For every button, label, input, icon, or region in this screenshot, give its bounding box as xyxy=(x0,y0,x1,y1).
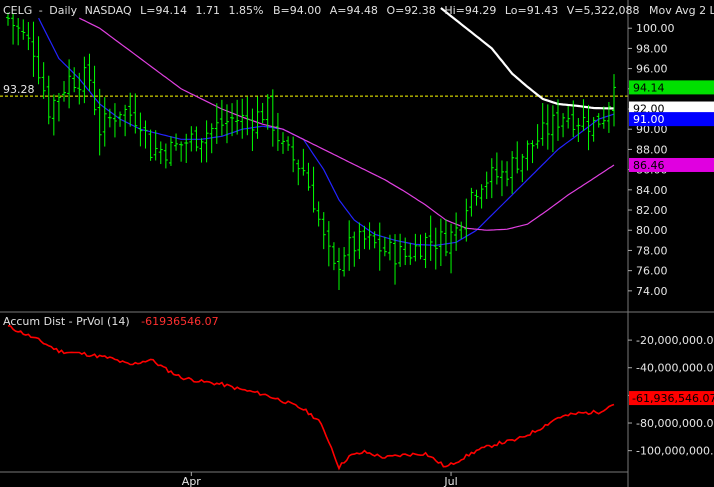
ad-tick-label: -80,000,000.00 xyxy=(636,417,714,430)
price-tick-label: 100.00 xyxy=(636,22,675,35)
chart-canvas: 100.0098.0096.0094.0092.0090.0088.0086.0… xyxy=(0,0,714,487)
header-bid: B=94.00 xyxy=(273,4,321,17)
ad-tick-label: -20,000,000.00 xyxy=(636,334,714,347)
price-tick-label: 74.00 xyxy=(636,285,668,298)
price-tick-label: 98.00 xyxy=(636,42,668,55)
price-tick-label: 76.00 xyxy=(636,265,668,278)
accum-dist-title: Accum Dist - PrVol (14) xyxy=(3,315,130,328)
reference-line-label: 93.28 xyxy=(3,83,35,96)
svg-text:86.46: 86.46 xyxy=(633,159,665,172)
price-tick-label: 80.00 xyxy=(636,224,668,237)
header-change: 1.71 xyxy=(195,4,220,17)
header-ask: A=94.48 xyxy=(330,4,378,17)
svg-text:-61,936,546.07: -61,936,546.07 xyxy=(632,392,714,405)
price-tick-label: 96.00 xyxy=(636,63,668,76)
header-study: Mov Avg 2 Lines ... xyxy=(649,4,714,17)
price-tag: 94.14 xyxy=(629,80,714,95)
svg-text:94.14: 94.14 xyxy=(633,81,665,94)
price-tick-label: 84.00 xyxy=(636,184,668,197)
price-tick-label: 78.00 xyxy=(636,244,668,257)
price-tick-label: 82.00 xyxy=(636,204,668,217)
ad-tick-label: -100,000,000.00 xyxy=(636,445,714,458)
header-symbol: CELG xyxy=(3,4,32,17)
header-open: O=92.38 xyxy=(386,4,435,17)
accum-dist-value: -61936546.07 xyxy=(141,315,218,328)
accum-dist-tag: -61,936,546.07 xyxy=(629,391,714,406)
time-tick-label: Jul xyxy=(443,475,457,487)
header-volume: V=5,322,088 xyxy=(567,4,640,17)
time-tick-label: Apr xyxy=(182,475,202,487)
price-tag: 91.00 xyxy=(629,112,714,127)
header-low: Lo=91.43 xyxy=(505,4,558,17)
ad-tick-label: -40,000,000.00 xyxy=(636,362,714,375)
header-last: L=94.14 xyxy=(140,4,187,17)
header-exchange: NASDAQ xyxy=(85,4,132,17)
lower-panel-title: Accum Dist - PrVol (14) -61936546.07 xyxy=(3,315,219,328)
header-period: Daily xyxy=(49,4,77,17)
header-line: CELG - Daily NASDAQ L=94.14 1.71 1.85% B… xyxy=(3,4,714,17)
svg-text:91.00: 91.00 xyxy=(633,113,665,126)
price-tick-label: 88.00 xyxy=(636,143,668,156)
price-tag: 86.46 xyxy=(629,157,714,172)
header-change-pct: 1.85% xyxy=(228,4,263,17)
chart-background xyxy=(0,0,714,487)
header-high: Hi=94.29 xyxy=(444,4,496,17)
